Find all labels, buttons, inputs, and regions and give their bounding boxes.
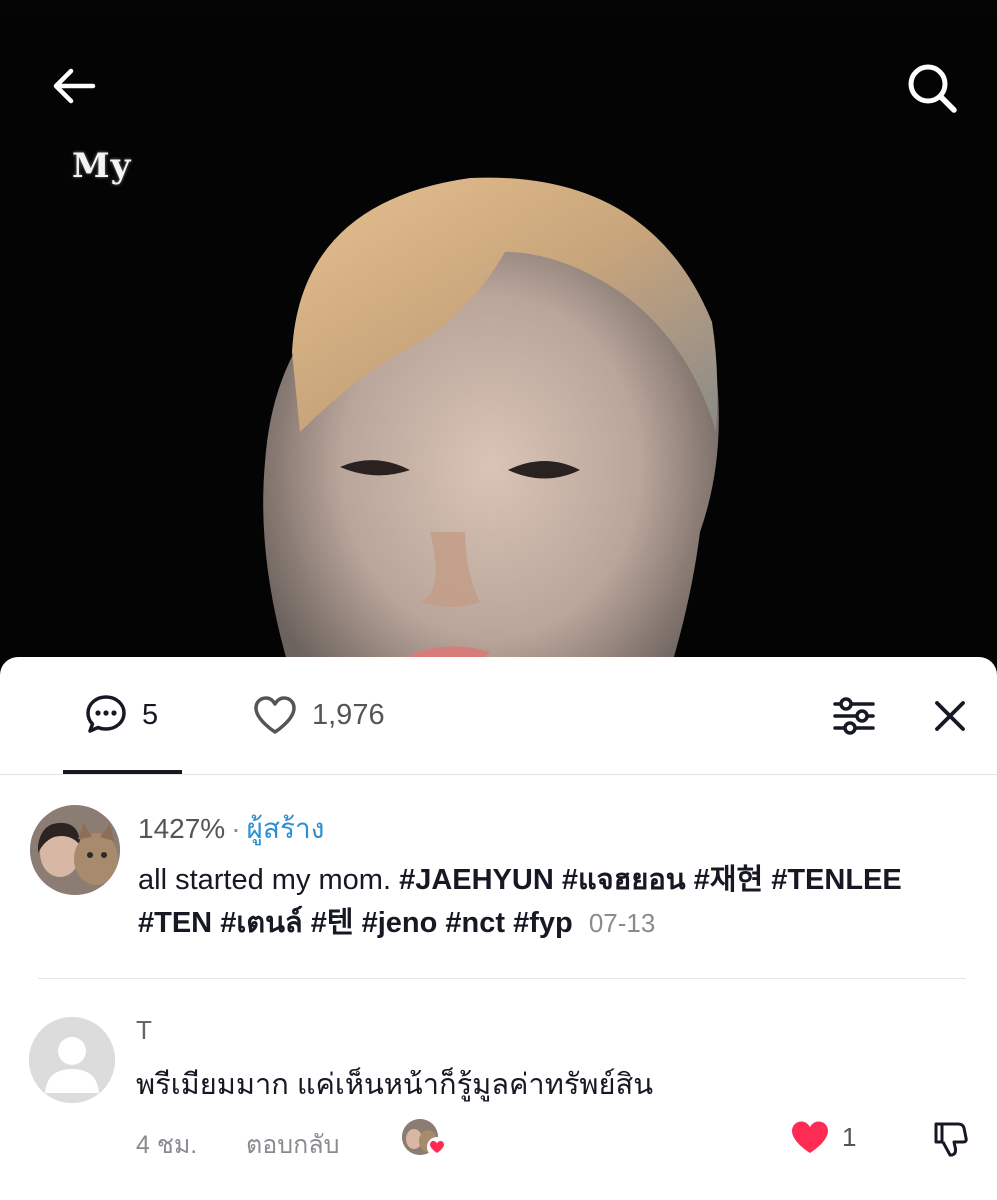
active-tab-indicator: [63, 770, 182, 774]
comments-count: 5: [142, 698, 159, 731]
avatar[interactable]: [29, 1017, 115, 1103]
close-button[interactable]: [927, 693, 973, 739]
comment-bubble-icon: [86, 695, 126, 733]
dislike-button[interactable]: [928, 1117, 972, 1161]
separator: ·: [231, 813, 241, 844]
filter-button[interactable]: [831, 693, 877, 739]
comment-like-count: 1: [842, 1121, 857, 1152]
caption-body: all started my mom.: [138, 864, 391, 896]
default-avatar-icon: [29, 1017, 115, 1103]
hashtag[interactable]: #fyp: [513, 907, 573, 939]
caption-text: all started my mom. #JAEHYUN #แจฮยอน #재현…: [138, 859, 958, 945]
hashtag[interactable]: #nct: [445, 907, 505, 939]
hashtag[interactable]: #JAEHYUN: [399, 864, 554, 896]
arrow-left-icon: [53, 68, 96, 104]
back-button[interactable]: [44, 56, 104, 116]
comment-timestamp: 4 ชม.: [136, 1131, 198, 1159]
comment-item: T พรีเมียมมาก แค่เห็นหน้าก็รู้มูลค่าทรัพ…: [0, 1007, 997, 1197]
creator-username[interactable]: 1427%: [138, 813, 225, 844]
comment-like-button[interactable]: 1: [790, 1119, 856, 1155]
likes-count: 1,976: [312, 698, 385, 731]
tab-likes[interactable]: 1,976: [252, 685, 385, 745]
reply-button[interactable]: ตอบกลับ: [246, 1125, 339, 1165]
hashtag[interactable]: #TEN: [138, 907, 212, 939]
creator-info: 1427% · ผู้สร้าง: [138, 807, 324, 851]
divider: [38, 978, 966, 979]
heart-outline-icon: [254, 696, 296, 734]
creator-avatar-image: [30, 805, 120, 895]
search-icon: [908, 64, 957, 113]
tab-comments[interactable]: 5: [84, 685, 158, 745]
creator-badge: ผู้สร้าง: [246, 813, 325, 844]
comment-text: พรีเมียมมาก แค่เห็นหน้าก็รู้มูลค่าทรัพย์…: [136, 1069, 654, 1101]
hashtag[interactable]: #텐: [311, 907, 354, 939]
status-bar: [0, 0, 997, 12]
heart-filled-icon: [792, 1121, 828, 1153]
video-player[interactable]: My: [0, 12, 997, 702]
hashtag[interactable]: #jeno: [362, 907, 438, 939]
close-icon: [935, 701, 965, 731]
video-overlay-text: My: [72, 146, 132, 186]
caption-date: 07-13: [588, 908, 656, 938]
hashtag[interactable]: #แจฮยอน: [562, 864, 686, 896]
comment-username[interactable]: T: [136, 1015, 152, 1046]
creator-liked-badge: [402, 1119, 448, 1159]
video-frame: [0, 12, 997, 702]
search-button[interactable]: [902, 58, 962, 118]
avatar[interactable]: [30, 805, 120, 895]
sliders-icon: [833, 697, 875, 735]
thumbs-down-icon: [934, 1122, 968, 1157]
heart-icon: [427, 1137, 447, 1157]
hashtag[interactable]: #재현: [694, 864, 764, 896]
hashtag[interactable]: #เตนล์: [220, 907, 302, 939]
hashtag[interactable]: #TENLEE: [771, 864, 902, 896]
comments-sheet: 5 1,976 1427% · ผู้สร้าง all started my …: [0, 657, 997, 1200]
comments-tab-bar: 5 1,976: [0, 657, 997, 775]
